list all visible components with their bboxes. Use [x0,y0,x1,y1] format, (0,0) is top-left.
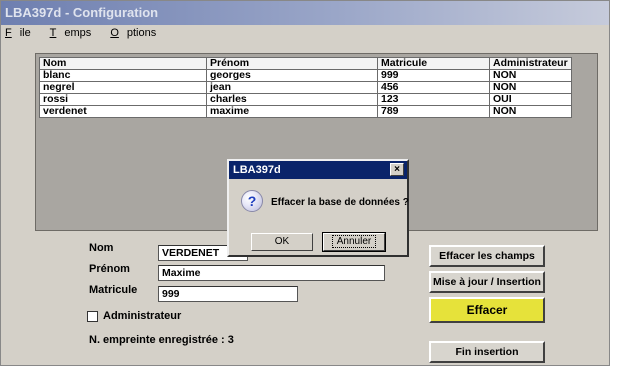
administrateur-label: Administrateur [103,310,182,322]
empreinte-label: N. empreinte enregistrée : 3 [89,334,234,346]
table-row[interactable]: negrel jean 456 NON [39,81,572,94]
confirm-dialog: LBA397d × ? Effacer la base de données ?… [227,159,409,257]
table-header-row: Nom Prénom Matricule Administrateur [39,57,572,70]
effacer-button[interactable]: Effacer [429,297,545,323]
cell-nom: verdenet [39,105,207,118]
fin-insertion-button[interactable]: Fin insertion [429,341,545,363]
matricule-label: Matricule [89,284,138,296]
menu-file[interactable]: File [5,27,39,39]
cell-matricule: 789 [377,105,490,118]
cell-administrateur: OUI [489,93,572,106]
cell-matricule: 999 [377,69,490,82]
main-window: LBA397d - Configuration File Temps Optio… [0,0,610,366]
cell-nom: blanc [39,69,207,82]
cell-administrateur: NON [489,69,572,82]
menu-temps[interactable]: Temps [50,27,100,39]
cell-prenom: jean [206,81,378,94]
cell-prenom: charles [206,93,378,106]
effacer-champs-button[interactable]: Effacer les champs [429,245,545,267]
window-titlebar[interactable]: LBA397d - Configuration [1,1,609,25]
records-table: Nom Prénom Matricule Administrateur blan… [39,57,572,118]
empreinte-label-text: N. empreinte enregistrée : [89,334,225,346]
annuler-button-label: Annuler [331,235,377,248]
column-header-matricule[interactable]: Matricule [377,57,490,70]
column-header-prenom[interactable]: Prénom [206,57,378,70]
prenom-field[interactable]: Maxime [158,265,385,281]
dialog-title[interactable]: LBA397d [229,161,407,179]
menu-bar: File Temps Options [1,25,609,41]
menu-options[interactable]: Options [110,27,164,39]
cell-matricule: 123 [377,93,490,106]
cell-administrateur: NON [489,81,572,94]
column-header-administrateur[interactable]: Administrateur [489,57,572,70]
table-row[interactable]: rossi charles 123 OUI [39,93,572,106]
administrateur-checkbox[interactable] [87,311,98,322]
table-row[interactable]: verdenet maxime 789 NON [39,105,572,118]
cell-prenom: maxime [206,105,378,118]
matricule-field[interactable]: 999 [158,286,298,302]
question-icon-glyph: ? [247,193,257,209]
close-icon[interactable]: × [390,163,404,176]
table-row[interactable]: blanc georges 999 NON [39,69,572,82]
cell-prenom: georges [206,69,378,82]
empreinte-count: 3 [227,334,234,346]
annuler-button[interactable]: Annuler [322,232,386,252]
cell-administrateur: NON [489,105,572,118]
column-header-nom[interactable]: Nom [39,57,207,70]
ok-button[interactable]: OK [251,233,313,251]
prenom-label: Prénom [89,263,130,275]
nom-label: Nom [89,242,114,254]
cell-nom: negrel [39,81,207,94]
dialog-message: Effacer la base de données ? [271,197,409,208]
mise-a-jour-insertion-button[interactable]: Mise à jour / Insertion [429,271,545,293]
cell-matricule: 456 [377,81,490,94]
cell-nom: rossi [39,93,207,106]
question-icon: ? [241,190,263,212]
